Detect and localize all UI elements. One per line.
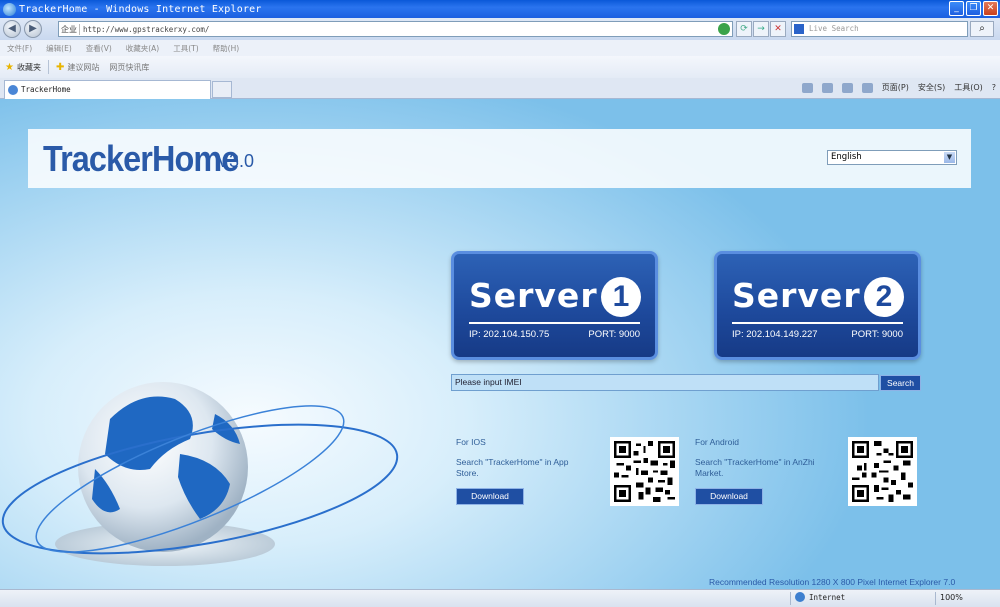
feeds-icon[interactable] <box>821 82 833 93</box>
version-label: V3.0 <box>217 151 255 171</box>
go-button[interactable]: → <box>753 21 769 37</box>
browser-window: TrackerHome - Windows Internet Explorer … <box>0 0 1000 607</box>
tab-label: TrackerHome <box>21 85 71 94</box>
restore-button[interactable]: ❐ <box>966 1 981 16</box>
read-mail-icon[interactable] <box>841 82 853 93</box>
tools-menu[interactable]: 工具(O) <box>954 82 983 93</box>
favorites-bar: ★ 收藏夹 ✚ 建议网站 网页快讯库 <box>0 56 1000 78</box>
menu-tools[interactable]: 工具(T) <box>173 43 198 54</box>
android-title: For Android <box>695 437 739 447</box>
globe-icon <box>795 592 805 602</box>
live-search-input[interactable]: Live Search <box>791 21 968 37</box>
menu-file[interactable]: 文件(F) <box>7 43 32 54</box>
favorites-button[interactable]: 收藏夹 <box>17 62 41 73</box>
trackerhome-logo: TrackerHome <box>43 138 239 179</box>
command-bar: 页面(P) 安全(S) 工具(O) ? <box>801 82 996 93</box>
server-2-port: PORT: 9000 <box>851 329 903 340</box>
security-zone-status[interactable]: Internet <box>795 592 845 602</box>
help-menu[interactable]: ? <box>992 83 996 92</box>
zone-label: Internet <box>809 592 846 602</box>
search-icon[interactable]: ⌕ <box>970 21 994 37</box>
ios-download-button[interactable]: Download <box>456 488 524 505</box>
back-button[interactable]: ◀ <box>3 20 21 38</box>
language-selected: English <box>831 152 862 162</box>
refresh-button[interactable]: ⟳ <box>736 21 752 37</box>
server-1-ip: IP: 202.104.150.75 <box>469 329 550 340</box>
web-slice-gallery-link[interactable]: 网页快讯库 <box>109 62 149 73</box>
recommended-resolution-note: Recommended Resolution 1280 X 800 Pixel … <box>709 577 956 587</box>
server-2-button[interactable]: Server 2 IP: 202.104.149.227 PORT: 9000 <box>714 251 921 360</box>
menu-help[interactable]: 帮助(H) <box>213 43 240 54</box>
page-content: TrackerHome V3.0 English ▼ Server 1 IP: … <box>0 99 1000 589</box>
separator <box>935 592 936 605</box>
ios-title: For IOS <box>456 437 486 447</box>
android-download-button[interactable]: Download <box>695 488 763 505</box>
forward-button[interactable]: ▶ <box>24 20 42 38</box>
tab-bar: TrackerHome 页面(P) 安全(S) 工具(O) ? <box>0 78 1000 99</box>
title-bar: TrackerHome - Windows Internet Explorer … <box>0 0 1000 18</box>
live-search-icon <box>794 24 804 34</box>
address-bar[interactable]: 企业 http://www.gpstrackerxy.com/ <box>58 21 733 37</box>
live-search-placeholder: Live Search <box>809 24 859 33</box>
menu-favorites[interactable]: 收藏夹(A) <box>126 43 159 54</box>
minimize-button[interactable]: _ <box>949 1 964 16</box>
chevron-down-icon[interactable]: ▼ <box>944 152 955 163</box>
imei-input[interactable]: Please input IMEI <box>451 374 879 391</box>
stop-button[interactable]: ✕ <box>770 21 786 37</box>
new-tab-button[interactable] <box>212 81 232 98</box>
home-icon[interactable] <box>801 82 813 93</box>
zoom-level[interactable]: 100% <box>940 593 963 602</box>
android-qr-code <box>848 437 917 506</box>
favorites-star-icon: ★ <box>5 61 14 73</box>
separator <box>790 592 791 605</box>
server-1-number: 1 <box>601 277 641 317</box>
globe-illustration <box>1 382 399 566</box>
server-1-label: Server <box>469 276 598 315</box>
tab-trackerhome[interactable]: TrackerHome <box>4 80 211 99</box>
page-menu[interactable]: 页面(P) <box>882 82 909 93</box>
address-url[interactable]: http://www.gpstrackerxy.com/ <box>83 25 209 34</box>
status-bar: Internet 100% <box>0 589 1000 607</box>
page-favicon <box>8 85 18 95</box>
imei-placeholder: Please input IMEI <box>455 377 522 387</box>
menu-bar: 文件(F) 编辑(E) 查看(V) 收藏夹(A) 工具(T) 帮助(H) <box>0 40 1000 56</box>
safety-menu[interactable]: 安全(S) <box>918 82 945 93</box>
server-2-divider <box>732 322 903 324</box>
close-button[interactable]: ✕ <box>983 1 998 16</box>
menu-edit[interactable]: 编辑(E) <box>46 43 72 54</box>
server-1-port: PORT: 9000 <box>588 329 640 340</box>
address-toolbar: ◀ ▶ 企业 http://www.gpstrackerxy.com/ ⟳ → … <box>0 18 1000 40</box>
ios-qr-code <box>610 437 679 506</box>
language-select[interactable]: English ▼ <box>827 150 957 165</box>
server-2-label: Server <box>732 276 861 315</box>
server-2-ip: IP: 202.104.149.227 <box>732 329 818 340</box>
security-zone-label[interactable]: 企业 <box>59 23 80 35</box>
server-1-divider <box>469 322 640 324</box>
server-2-number: 2 <box>864 277 904 317</box>
window-title: TrackerHome - Windows Internet Explorer <box>19 3 262 15</box>
suggested-sites-link[interactable]: 建议网站 <box>67 62 99 73</box>
internet-explorer-icon <box>3 2 16 16</box>
menu-view[interactable]: 查看(V) <box>86 43 112 54</box>
print-icon[interactable] <box>861 82 873 93</box>
compatibility-icon[interactable] <box>718 23 730 35</box>
separator <box>47 60 49 74</box>
ios-description: Search "TrackerHome" in App Store. <box>456 457 569 478</box>
add-favorite-icon[interactable]: ✚ <box>56 62 64 73</box>
android-description: Search "TrackerHome" in AnZhi Market. <box>695 457 815 478</box>
server-1-button[interactable]: Server 1 IP: 202.104.150.75 PORT: 9000 <box>451 251 658 360</box>
imei-search-button[interactable]: Search <box>880 375 921 391</box>
